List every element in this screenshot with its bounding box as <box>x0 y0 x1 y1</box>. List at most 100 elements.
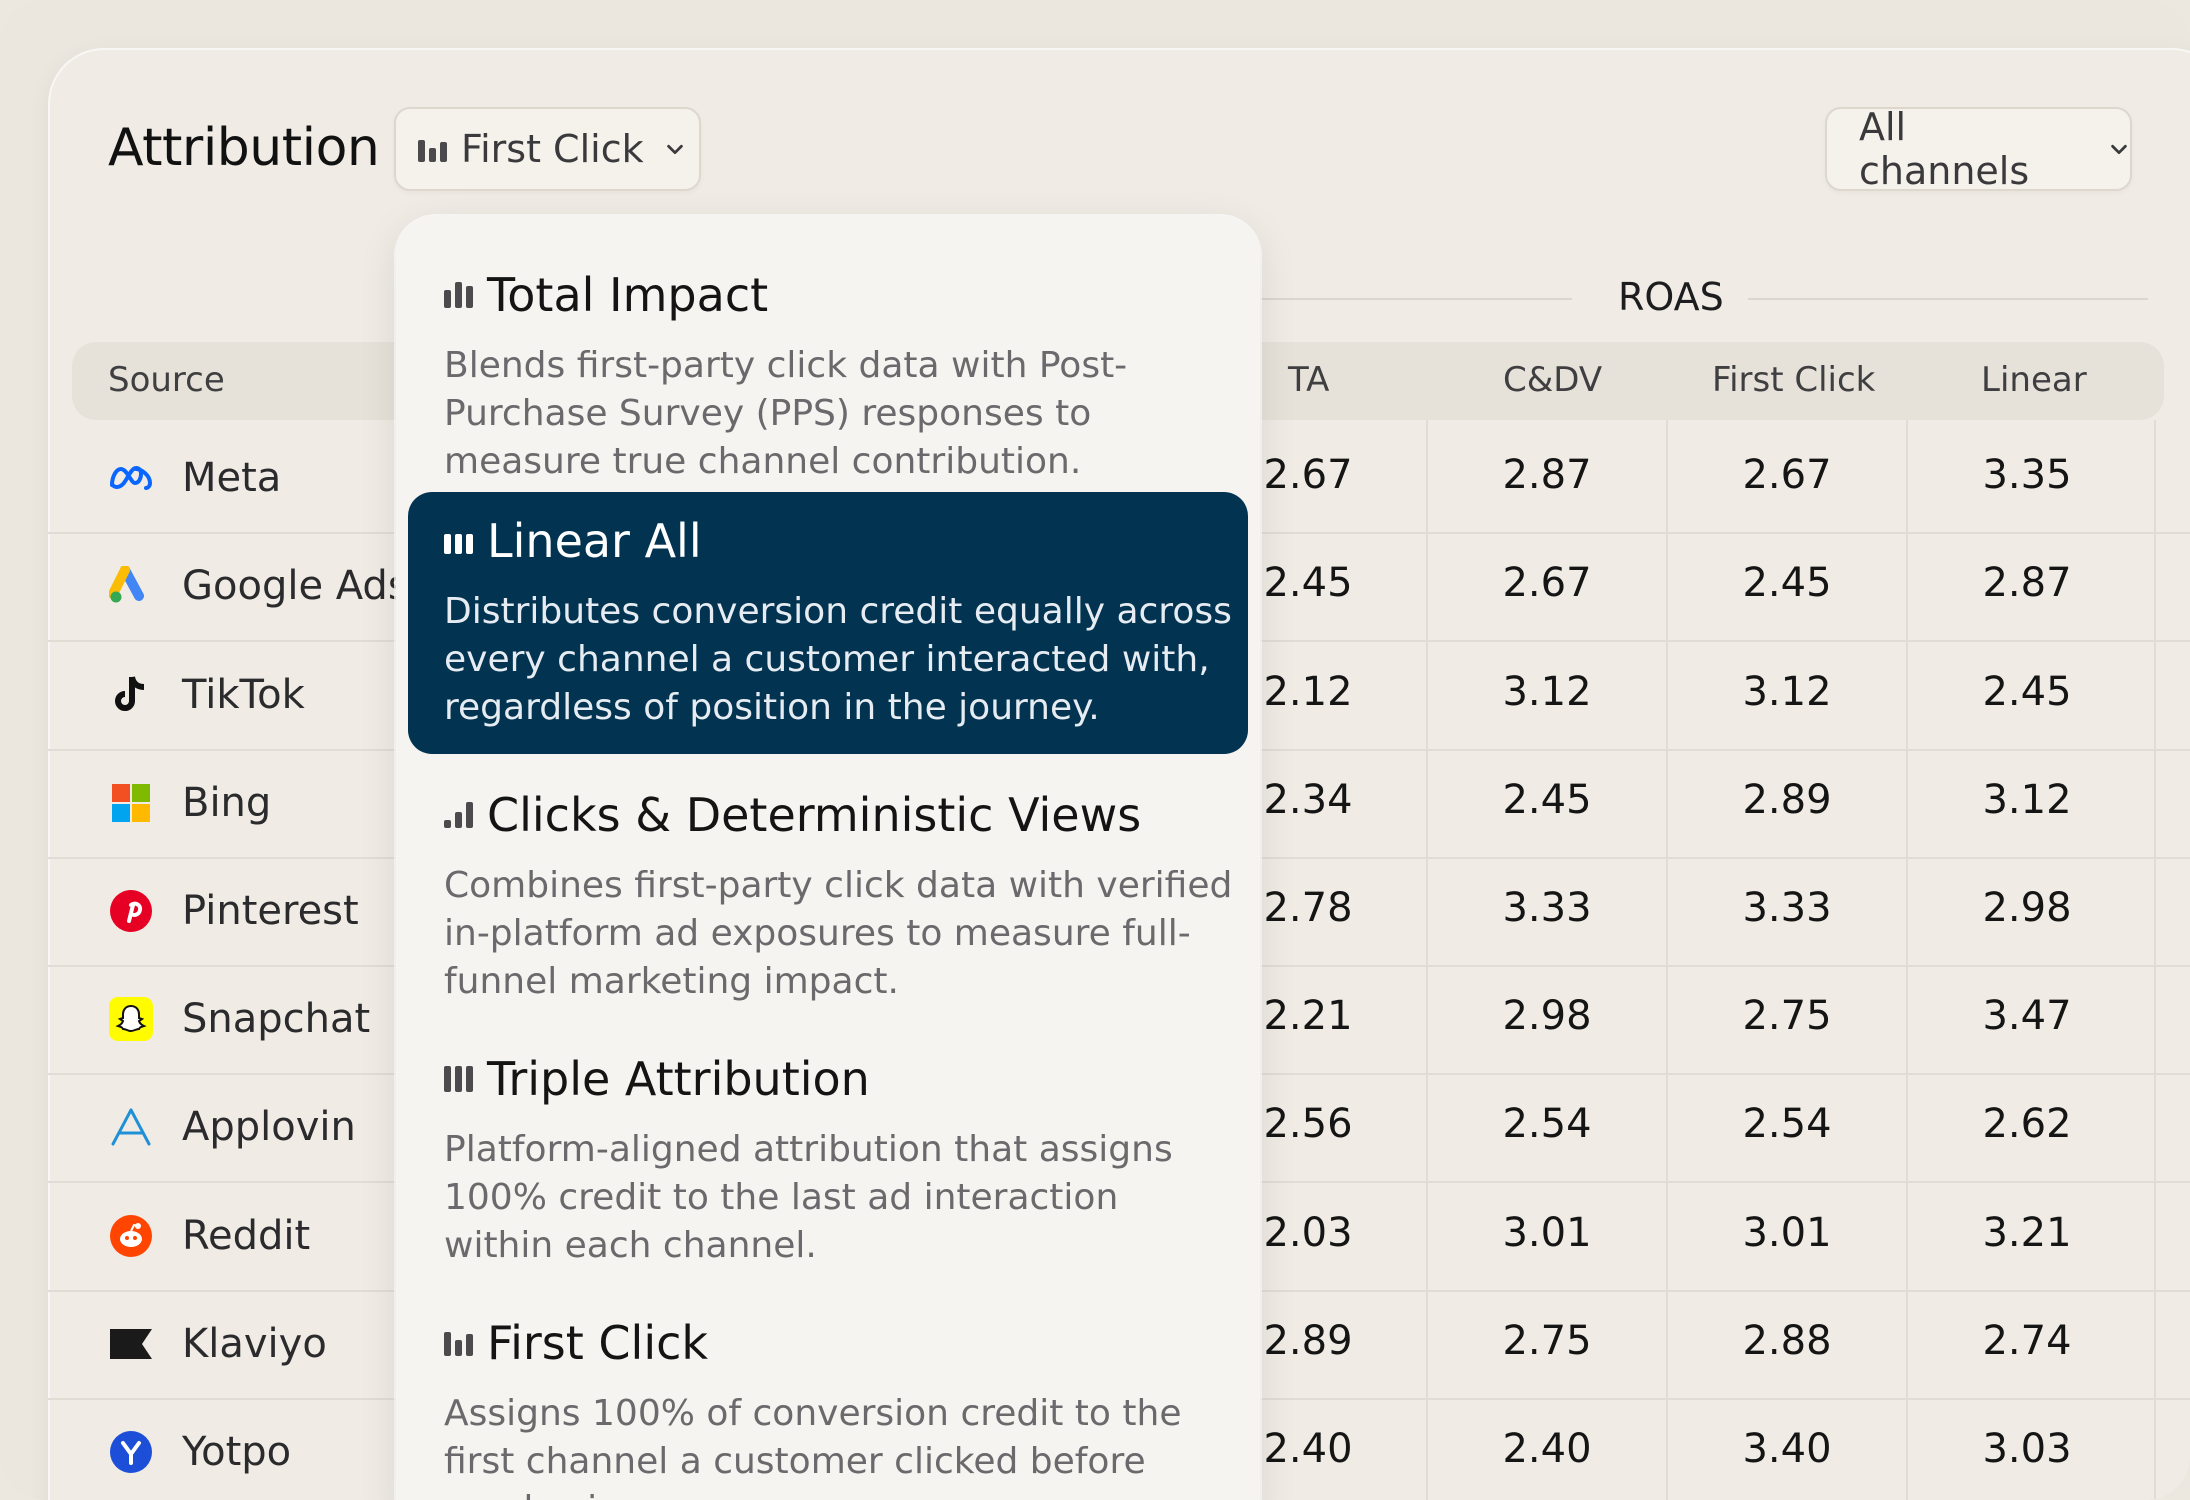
roas-value-cdv: 2.98 <box>1502 993 1592 1040</box>
snapchat-icon <box>108 996 154 1042</box>
option-description: Blends first-party click data with Post-… <box>444 345 1128 482</box>
column-header-cdv[interactable]: C&DV <box>1503 360 1602 400</box>
roas-value-first-click: 3.01 <box>1742 1209 1832 1256</box>
roas-value-linear: 2.87 <box>1982 560 2072 607</box>
roas-value-cdv: 2.67 <box>1502 560 1592 607</box>
roas-value-first-click: 2.45 <box>1742 560 1832 607</box>
roas-value-cdv: 2.87 <box>1502 452 1592 499</box>
source-name: Reddit <box>182 1212 311 1259</box>
table-row-source[interactable]: TikTok <box>108 665 305 725</box>
column-header-first-click[interactable]: First Click <box>1712 360 1875 400</box>
attribution-model-dropdown[interactable]: First Click <box>394 107 701 191</box>
roas-value-first-click: 2.88 <box>1742 1317 1832 1364</box>
table-row-source[interactable]: Yotpo <box>108 1422 291 1482</box>
roas-value-cdv: 3.12 <box>1502 668 1592 715</box>
option-label: Total Impact <box>487 268 769 322</box>
option-description: Assigns 100% of conversion credit to the… <box>444 1393 1182 1500</box>
source-name: Applovin <box>182 1104 356 1151</box>
attribution-model-menu: Total Impact Blends first-party click da… <box>396 216 1260 1500</box>
roas-value-first-click: 2.67 <box>1742 452 1832 499</box>
reddit-icon <box>108 1213 154 1259</box>
roas-value-cdv: 2.40 <box>1502 1425 1592 1472</box>
column-header-linear[interactable]: Linear <box>1981 360 2087 400</box>
source-name: Meta <box>182 455 282 502</box>
source-name: Pinterest <box>182 887 359 934</box>
table-row-source[interactable]: Reddit <box>108 1206 310 1266</box>
pinterest-icon <box>108 888 154 934</box>
source-name: Snapchat <box>182 996 371 1043</box>
column-divider <box>2154 420 2156 1500</box>
bars-icon <box>444 528 473 554</box>
channels-value: All channels <box>1859 105 2030 193</box>
roas-value-first-click: 2.54 <box>1742 1101 1832 1148</box>
attribution-model-value: First Click <box>461 127 644 171</box>
roas-value-cdv: 2.45 <box>1502 776 1592 823</box>
roas-value-cdv: 3.33 <box>1502 884 1592 931</box>
menu-option-triple-attribution[interactable]: Triple Attribution Platform-aligned attr… <box>408 1040 1248 1280</box>
bing-icon <box>108 780 154 826</box>
menu-option-first-click[interactable]: First Click Assigns 100% of conversion c… <box>408 1304 1248 1500</box>
column-divider <box>1426 420 1428 1500</box>
table-row-source[interactable]: Bing <box>108 773 271 833</box>
option-label: Clicks & Deterministic Views <box>487 788 1142 842</box>
source-name: Bing <box>182 779 272 826</box>
column-divider <box>1666 420 1668 1500</box>
roas-value-linear: 2.74 <box>1982 1317 2072 1364</box>
roas-value-cdv: 2.75 <box>1502 1317 1592 1364</box>
table-row-source[interactable]: Google Ads <box>108 556 409 616</box>
roas-value-cdv: 2.54 <box>1502 1101 1592 1148</box>
roas-value-linear: 3.47 <box>1982 993 2072 1040</box>
roas-value-linear: 2.98 <box>1982 884 2072 931</box>
applovin-icon <box>108 1104 154 1150</box>
source-name: TikTok <box>182 671 305 718</box>
roas-value-first-click: 3.40 <box>1742 1425 1832 1472</box>
option-description: Distributes conversion credit equally ac… <box>444 591 1232 728</box>
menu-option-clicks-deterministic-views[interactable]: Clicks & Deterministic Views Combines fi… <box>408 776 1248 1016</box>
ascending-bars-icon <box>444 802 473 828</box>
table-row-source[interactable]: Meta <box>108 448 281 508</box>
klaviyo-icon <box>108 1321 154 1367</box>
roas-value-first-click: 3.33 <box>1742 884 1832 931</box>
roas-group-label: ROAS <box>1618 275 1724 319</box>
roas-value-linear: 3.03 <box>1982 1425 2072 1472</box>
column-header-ta[interactable]: TA <box>1288 360 1329 400</box>
table-row-source[interactable]: Pinterest <box>108 881 359 941</box>
page-title: Attribution <box>108 118 380 178</box>
table-row-source[interactable]: Applovin <box>108 1097 356 1157</box>
option-label: Triple Attribution <box>487 1052 870 1106</box>
roas-value-cdv: 3.01 <box>1502 1209 1592 1256</box>
bars-icon <box>444 1066 473 1092</box>
roas-divider-left <box>1260 298 1572 300</box>
table-row-source[interactable]: Snapchat <box>108 989 370 1049</box>
bars-icon <box>418 136 447 162</box>
source-name: Google Ads <box>182 563 409 610</box>
meta-icon <box>108 455 154 501</box>
source-name: Yotpo <box>182 1428 292 1475</box>
channels-dropdown[interactable]: All channels <box>1825 105 2132 193</box>
yotpo-icon <box>108 1429 154 1475</box>
bars-icon <box>444 282 473 308</box>
roas-value-first-click: 2.89 <box>1742 776 1832 823</box>
chevron-down-icon <box>666 144 683 155</box>
option-label: First Click <box>487 1316 709 1370</box>
google-ads-icon <box>108 563 154 609</box>
column-divider <box>1906 420 1908 1500</box>
menu-option-total-impact[interactable]: Total Impact Blends first-party click da… <box>408 244 1248 482</box>
roas-value-linear: 3.35 <box>1982 452 2072 499</box>
option-description: Combines first-party click data with ver… <box>444 865 1233 1002</box>
roas-value-linear: 2.62 <box>1982 1101 2072 1148</box>
roas-value-linear: 2.45 <box>1982 668 2072 715</box>
tiktok-icon <box>108 672 154 718</box>
roas-divider-right <box>1748 298 2148 300</box>
column-header-source[interactable]: Source <box>108 360 225 400</box>
chevron-down-icon <box>2111 144 2127 155</box>
roas-value-first-click: 3.12 <box>1742 668 1832 715</box>
option-label: Linear All <box>487 514 702 568</box>
roas-value-linear: 3.12 <box>1982 776 2072 823</box>
roas-value-linear: 3.21 <box>1982 1209 2072 1256</box>
table-row-source[interactable]: Klaviyo <box>108 1314 327 1374</box>
menu-option-linear-all[interactable]: Linear All Distributes conversion credit… <box>408 492 1248 754</box>
app-frame: Attribution First Click All channels ROA… <box>0 0 2190 1500</box>
roas-value-first-click: 2.75 <box>1742 993 1832 1040</box>
bars-icon <box>444 1330 473 1356</box>
